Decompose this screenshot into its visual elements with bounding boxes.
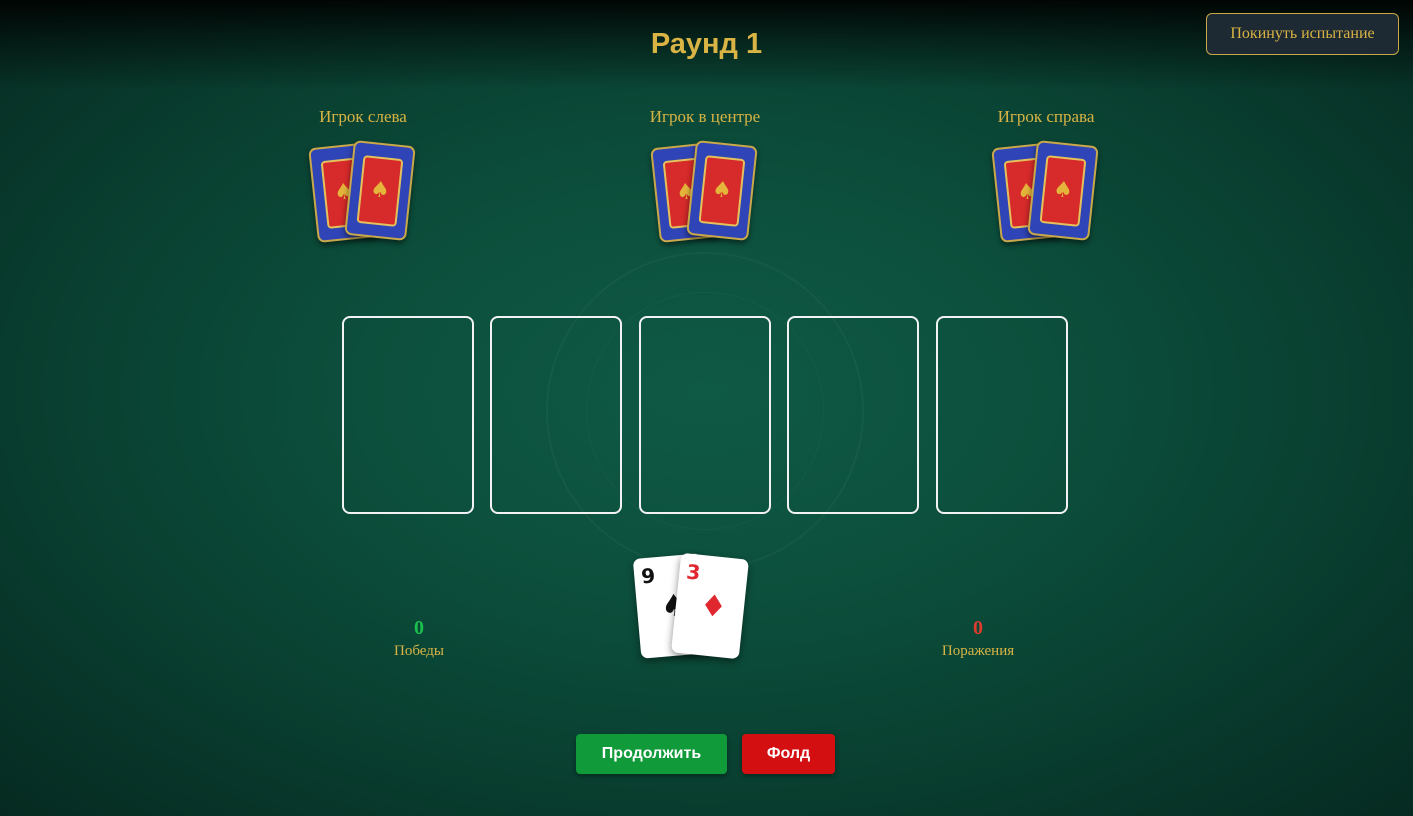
player-card-2[interactable]: 3 ♦ bbox=[670, 552, 750, 660]
player-hand: 9 ♠ 3 ♦ bbox=[628, 548, 758, 663]
card-rank: 9 bbox=[640, 563, 657, 589]
community-card-slot-3 bbox=[639, 316, 771, 514]
wins-label: Победы bbox=[394, 643, 444, 659]
community-card-slot-2 bbox=[490, 316, 622, 514]
community-card-slot-5 bbox=[936, 316, 1068, 514]
opponent-right: Игрок справа ♠ ♠ bbox=[946, 107, 1146, 249]
opponent-cards: ♠ ♠ bbox=[645, 139, 765, 249]
losses-stat: 0 Поражения bbox=[918, 617, 1038, 660]
card-back: ♠ bbox=[344, 140, 416, 241]
spade-icon: ♠ bbox=[1039, 154, 1087, 227]
opponent-left: Игрок слева ♠ ♠ bbox=[263, 107, 463, 249]
opponent-label: Игрок справа bbox=[997, 107, 1095, 126]
wins-stat: 0 Победы bbox=[359, 617, 479, 660]
opponent-cards: ♠ ♠ bbox=[303, 139, 423, 249]
community-card-slot-1 bbox=[342, 316, 474, 514]
spade-icon: ♠ bbox=[698, 154, 746, 227]
losses-label: Поражения bbox=[941, 643, 1015, 659]
fold-button[interactable]: Фолд bbox=[742, 734, 835, 774]
opponent-label: Игрок в центре bbox=[649, 107, 761, 126]
card-back: ♠ bbox=[686, 140, 758, 241]
community-cards bbox=[342, 316, 1068, 514]
opponent-cards: ♠ ♠ bbox=[986, 139, 1106, 249]
opponent-label: Игрок слева bbox=[319, 107, 407, 126]
diamond-icon: ♦ bbox=[698, 588, 729, 626]
round-title: Раунд 1 bbox=[650, 28, 763, 60]
opponent-center: Игрок в центре ♠ ♠ bbox=[605, 107, 805, 249]
exit-challenge-button[interactable]: Покинуть испытание bbox=[1206, 13, 1399, 55]
spade-icon: ♠ bbox=[356, 154, 404, 227]
losses-count: 0 bbox=[973, 617, 983, 639]
continue-button[interactable]: Продолжить bbox=[576, 734, 727, 774]
community-card-slot-4 bbox=[787, 316, 919, 514]
card-rank: 3 bbox=[685, 559, 702, 585]
wins-count: 0 bbox=[414, 617, 424, 639]
card-back: ♠ bbox=[1027, 140, 1099, 241]
